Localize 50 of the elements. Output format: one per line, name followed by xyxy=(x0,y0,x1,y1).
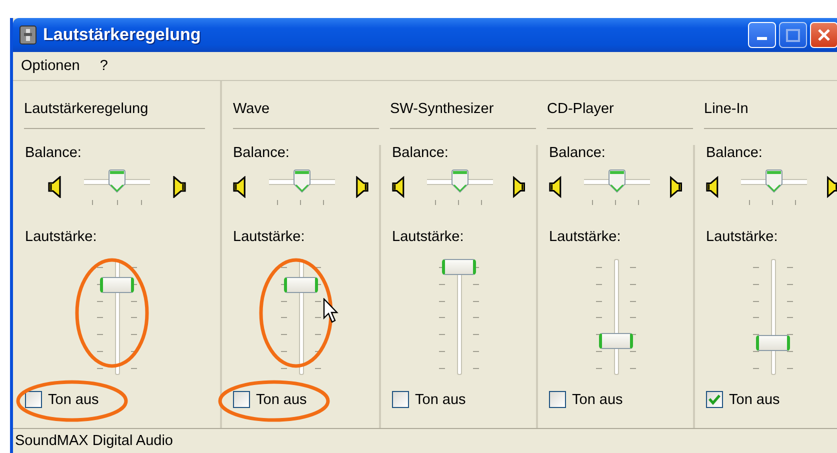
volume-label: Lautstärke: xyxy=(233,229,305,245)
channel-name: Lautstärkeregelung xyxy=(24,100,148,116)
close-icon xyxy=(817,28,831,42)
checkbox[interactable] xyxy=(25,391,42,408)
channel-name: Line-In xyxy=(704,100,748,116)
balance-label: Balance: xyxy=(549,145,606,161)
channel-name: CD-Player xyxy=(547,100,614,116)
speaker-icon xyxy=(48,176,64,198)
app-icon xyxy=(19,25,37,45)
menu-item[interactable]: ? xyxy=(100,58,108,74)
balance-label: Balance: xyxy=(233,145,290,161)
slider-thumb[interactable] xyxy=(608,169,626,193)
checkbox[interactable] xyxy=(233,391,250,408)
checkbox[interactable] xyxy=(549,391,566,408)
menu-item[interactable]: Optionen xyxy=(21,58,80,74)
checkbox[interactable] xyxy=(392,391,409,408)
window-title: Lautstärkeregelung xyxy=(43,25,201,45)
channel-name: Wave xyxy=(233,100,270,116)
maximize-button[interactable] xyxy=(779,22,807,48)
balance-slider[interactable] xyxy=(584,168,647,206)
channel-name: SW-Synthesizer xyxy=(390,100,494,116)
balance-label: Balance: xyxy=(392,145,448,161)
balance-label: Balance: xyxy=(25,145,82,161)
slider-thumb[interactable] xyxy=(284,277,318,293)
slider-thumb[interactable] xyxy=(451,169,470,193)
balance-label: Balance: xyxy=(706,145,762,161)
speaker-icon xyxy=(170,176,186,198)
slider-thumb[interactable] xyxy=(756,335,790,351)
close-button[interactable] xyxy=(810,22,837,48)
checkbox-label[interactable]: Ton aus xyxy=(572,392,623,408)
volume-label: Lautstärke: xyxy=(549,229,621,245)
minimize-button[interactable] xyxy=(748,22,776,48)
checkbox[interactable] xyxy=(706,391,723,408)
maximize-icon xyxy=(786,28,800,42)
slider-thumb[interactable] xyxy=(100,277,134,293)
volume-label: Lautstärke: xyxy=(706,229,778,245)
minimize-icon xyxy=(757,37,767,41)
balance-slider[interactable] xyxy=(741,168,804,206)
checkbox-label[interactable]: Ton aus xyxy=(48,392,99,408)
checkbox-label[interactable]: Ton aus xyxy=(729,392,780,408)
slider-thumb[interactable] xyxy=(765,169,784,193)
slider-thumb[interactable] xyxy=(442,259,476,275)
slider-thumb[interactable] xyxy=(598,333,632,349)
balance-slider[interactable] xyxy=(427,168,490,206)
status-text: SoundMAX Digital Audio xyxy=(15,433,173,449)
volume-label: Lautstärke: xyxy=(392,229,464,245)
checkbox-label[interactable]: Ton aus xyxy=(256,392,307,408)
volume-label: Lautstärke: xyxy=(25,229,97,245)
mouse-cursor-icon xyxy=(323,298,339,324)
checkbox-label[interactable]: Ton aus xyxy=(415,392,466,408)
